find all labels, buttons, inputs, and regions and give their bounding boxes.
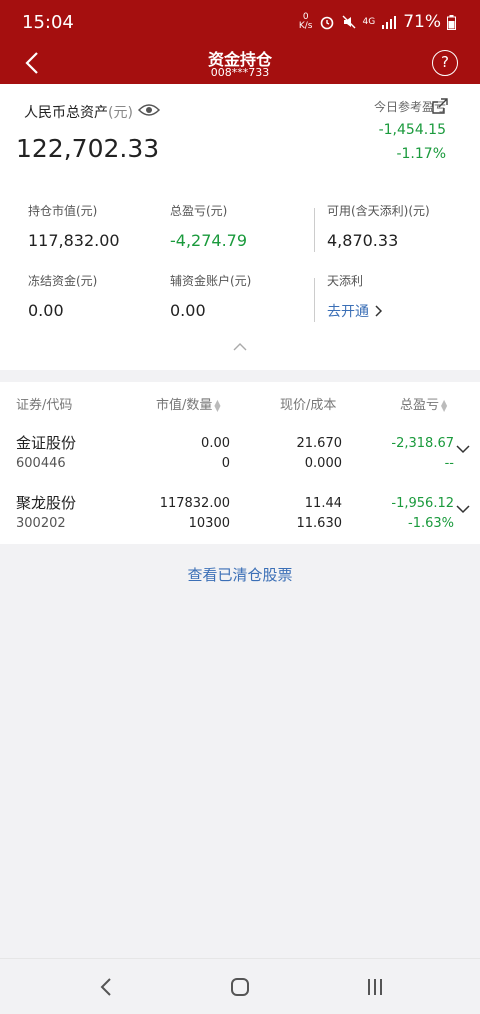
assets-panel: 人民币总资产(元) 122,702.33 今日参考盈亏 -1,454.15 -1…	[0, 84, 480, 370]
available-cell: 可用(含天添利)(元) 4,870.33	[327, 202, 430, 250]
aux-account-cell: 辅资金账户(元) 0.00	[170, 272, 251, 320]
sort-icon: ▲ ▼	[214, 397, 221, 413]
cost-price: 0.000	[304, 456, 342, 471]
chevron-right-icon	[375, 305, 383, 317]
header-security: 证券/代码	[16, 398, 73, 413]
divider	[314, 278, 315, 322]
total-pl-percent: -1.63%	[408, 516, 454, 531]
current-price: 21.670	[296, 436, 343, 451]
tiantianli-open-link[interactable]: 去开通	[327, 301, 383, 321]
aux-account-label: 辅资金账户(元)	[170, 274, 252, 288]
market-value-cell: 持仓市值(元) 117,832.00	[28, 202, 120, 250]
stock-code: 600446	[16, 456, 66, 471]
alarm-icon	[320, 16, 333, 30]
total-pl-cell: 总盈亏(元) -4,274.79	[170, 202, 247, 250]
back-nav-icon[interactable]	[100, 977, 112, 997]
status-icons: 0 K/s 4G 71%	[299, 12, 456, 32]
aux-account-value: 0.00	[170, 301, 206, 320]
total-assets-value: 122,702.33	[16, 134, 160, 163]
total-pl-percent: --	[444, 456, 454, 471]
holdings-list: 证券/代码 市值/数量 ▲ ▼ 现价/成本 总盈亏 ▲ ▼ 金证股份 600446 0.…	[0, 382, 480, 544]
available-value: 4,870.33	[327, 231, 399, 250]
chevron-down-icon[interactable]	[456, 504, 470, 514]
external-link-icon[interactable]	[432, 98, 448, 114]
recents-nav-icon[interactable]	[366, 977, 384, 997]
frozen-value: 0.00	[28, 301, 64, 320]
signal-icon	[382, 16, 397, 29]
total-pl: -1,956.12	[391, 496, 454, 511]
stock-name: 聚龙股份	[16, 494, 77, 512]
tiantianli-link-text: 去开通	[327, 304, 369, 320]
quantity: 10300	[188, 516, 230, 531]
current-price: 11.44	[304, 496, 342, 511]
divider	[314, 208, 315, 252]
status-bar: 15:04 0 K/s 4G 71%	[0, 0, 480, 44]
today-pl-percent: -1.17%	[396, 146, 446, 162]
header-total-pl[interactable]: 总盈亏 ▲ ▼	[400, 394, 447, 413]
frozen-label: 冻结资金(元)	[28, 274, 98, 288]
table-row[interactable]: 金证股份 600446 0.00 0 21.670 0.000 -2,318.6…	[0, 424, 480, 484]
network-type: 4G	[362, 16, 376, 27]
total-assets-unit: (元)	[108, 105, 133, 121]
frozen-cell: 冻结资金(元) 0.00	[28, 272, 97, 320]
tiantianli-cell: 天添利 去开通	[327, 272, 383, 321]
stock-code: 300202	[16, 516, 66, 531]
market-value-label: 持仓市值(元)	[28, 204, 98, 218]
total-pl-value: -4,274.79	[170, 231, 248, 250]
market-value: 117832.00	[159, 496, 230, 511]
market-value: 0.00	[201, 436, 230, 451]
available-label: 可用(含天添利)(元)	[327, 204, 430, 218]
app-header: 资金持仓 008***733 ?	[0, 44, 480, 84]
home-nav-icon[interactable]	[230, 977, 250, 997]
help-icon[interactable]: ?	[432, 50, 458, 76]
header-price-cost: 现价/成本	[280, 398, 337, 413]
eye-icon[interactable]	[138, 102, 160, 118]
account-number: 008***733	[210, 66, 270, 79]
chevron-down-icon[interactable]	[456, 444, 470, 454]
header-value-qty[interactable]: 市值/数量 ▲ ▼	[156, 394, 221, 413]
header-total-pl-text: 总盈亏	[400, 398, 440, 413]
today-pl-amount: -1,454.15	[378, 122, 446, 138]
total-pl: -2,318.67	[391, 436, 454, 451]
header-value-qty-text: 市值/数量	[156, 398, 213, 413]
net-speed: 0 K/s	[299, 13, 313, 31]
collapse-caret-icon[interactable]	[232, 342, 248, 352]
market-value: 117,832.00	[28, 231, 120, 250]
status-time: 15:04	[22, 12, 74, 33]
tiantianli-label: 天添利	[327, 274, 364, 288]
net-speed-unit: K/s	[298, 21, 313, 31]
total-pl-label: 总盈亏(元)	[170, 204, 228, 218]
total-assets-label: 人民币总资产(元)	[24, 102, 133, 122]
system-nav-bar	[0, 958, 480, 1014]
sort-icon: ▲ ▼	[441, 397, 448, 413]
quantity: 0	[221, 456, 230, 471]
cost-price: 11.630	[296, 516, 343, 531]
view-cleared-stocks-link[interactable]: 查看已清仓股票	[0, 564, 480, 585]
table-row[interactable]: 聚龙股份 300202 117832.00 10300 11.44 11.630…	[0, 484, 480, 544]
total-assets-label-text: 人民币总资产	[24, 105, 108, 121]
battery-percent: 71%	[403, 12, 441, 32]
holdings-header: 证券/代码 市值/数量 ▲ ▼ 现价/成本 总盈亏 ▲ ▼	[0, 382, 480, 422]
stock-name: 金证股份	[16, 434, 77, 452]
battery-icon	[447, 14, 456, 30]
mute-icon	[342, 15, 355, 29]
